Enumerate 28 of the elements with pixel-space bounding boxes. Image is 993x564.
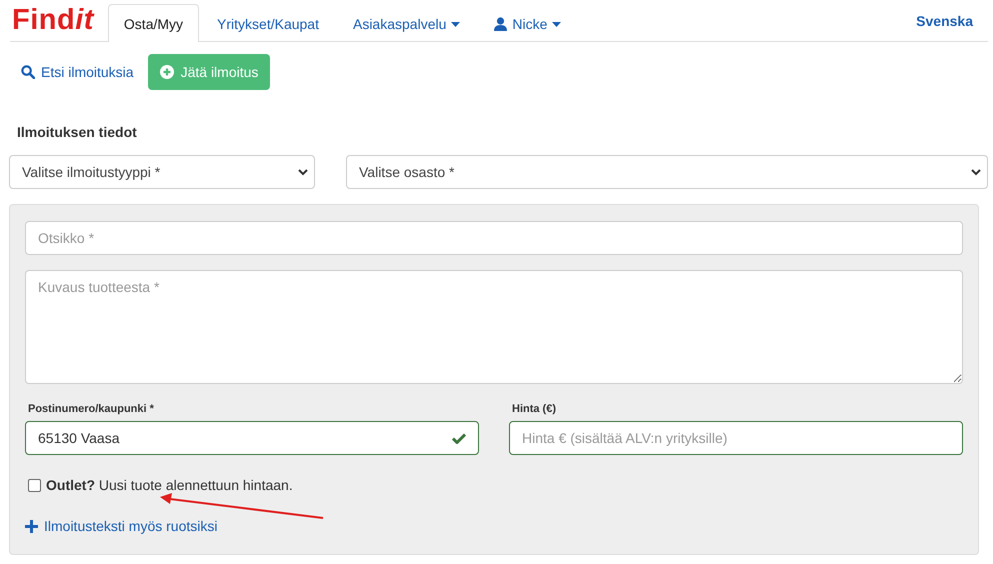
swedish-text-link[interactable]: Ilmoitusteksti myös ruotsiksi xyxy=(25,518,218,534)
outlet-label: Outlet? Uusi tuote alennettuun hintaan. xyxy=(46,477,293,493)
plus-circle-icon xyxy=(160,65,174,79)
nav-tab[interactable]: Yritykset/Kaupat xyxy=(201,5,335,42)
caret-icon xyxy=(552,22,562,26)
nav-tab[interactable]: Osta/Myy xyxy=(108,4,200,42)
price-field[interactable]: Hinta € (sisältää ALV:n yrityksille) xyxy=(509,421,963,455)
chevron-icon xyxy=(298,168,308,176)
price-label: Hinta (€) xyxy=(511,403,557,415)
ad-type-select[interactable]: Valitse ilmoitustyyppi * xyxy=(9,155,315,189)
outlet-checkbox[interactable] xyxy=(28,478,41,492)
findit-logo[interactable]: Findit xyxy=(12,4,94,37)
nav-tab[interactable]: Asiakaspalvelu xyxy=(336,5,476,42)
section-title: Ilmoituksen tiedot xyxy=(17,124,138,140)
search-icon xyxy=(21,65,35,79)
caret-icon xyxy=(451,22,460,26)
plus-icon xyxy=(25,520,38,532)
check-icon xyxy=(452,432,466,444)
language-link[interactable]: Svenska xyxy=(916,12,973,28)
title-field[interactable]: Otsikko * xyxy=(25,221,963,255)
location-label: Postinumero/kaupunki * xyxy=(27,403,155,415)
user-icon xyxy=(494,17,508,31)
description-field[interactable]: Kuvaus tuotteesta * xyxy=(25,270,963,384)
location-field[interactable]: 65130 Vaasa xyxy=(25,421,479,455)
department-select[interactable]: Valitse osasto * xyxy=(346,155,988,189)
chevron-icon xyxy=(971,168,981,176)
nav-tab[interactable]: Nicke xyxy=(478,5,578,42)
search-link[interactable]: Etsi ilmoituksia xyxy=(21,64,134,80)
